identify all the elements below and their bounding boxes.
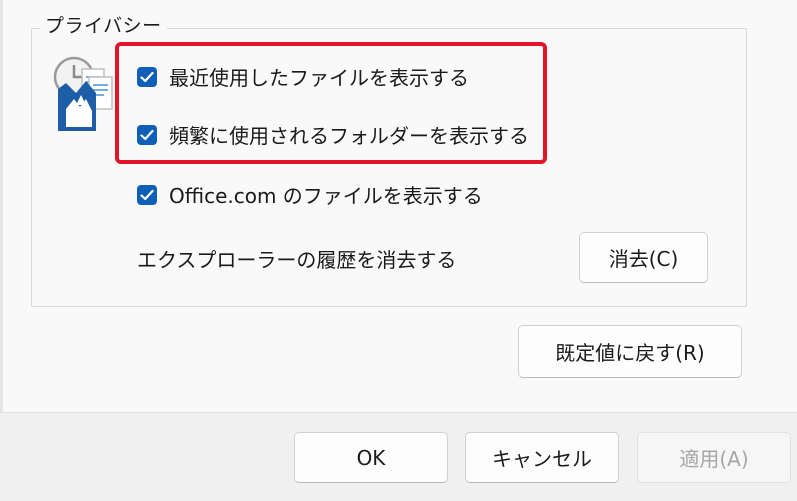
clear-history-label: エクスプローラーの履歴を消去する — [137, 248, 457, 272]
panel-left-edge — [0, 0, 3, 412]
ok-button[interactable]: OK — [294, 432, 448, 483]
restore-defaults-button[interactable]: 既定値に戻す(R) — [518, 325, 742, 378]
show-office-files-checkbox[interactable] — [137, 184, 157, 205]
show-office-files-label: Office.com のファイルを表示する — [169, 184, 483, 208]
highlight-annotation — [115, 42, 547, 164]
privacy-group-title: プライバシー — [40, 11, 167, 38]
show-office-files-option[interactable]: Office.com のファイルを表示する — [137, 180, 483, 209]
checkmark-icon — [140, 189, 154, 200]
clear-button[interactable]: 消去(C) — [579, 232, 708, 283]
cancel-button[interactable]: キャンセル — [465, 432, 619, 483]
folder-options-panel: プライバシー 最近使用したファイルを表示する 頻繁に使用されるフォルダーを表示す… — [0, 0, 797, 412]
privacy-documents-icon — [53, 56, 113, 131]
apply-button[interactable]: 適用(A) — [637, 432, 791, 483]
